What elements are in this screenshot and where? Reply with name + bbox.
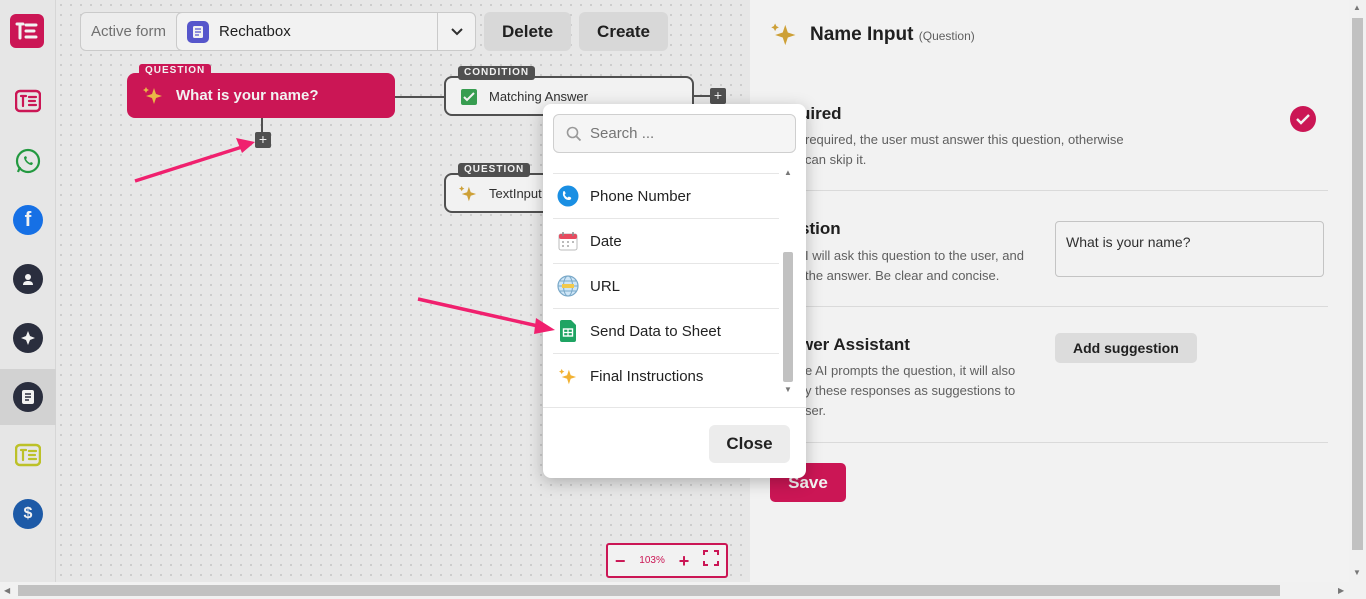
scrollbar-thumb[interactable] [18, 585, 1280, 596]
list-item-date[interactable]: Date [553, 219, 779, 264]
sparkle-icon [557, 366, 579, 388]
list-item-final-instructions[interactable]: Final Instructions [553, 354, 779, 398]
scroll-left-icon[interactable]: ◀ [4, 586, 10, 595]
sheets-icon [557, 320, 579, 342]
page-vertical-scrollbar[interactable]: ▲ ▼ [1349, 0, 1366, 582]
list-item-url[interactable]: URL [553, 264, 779, 309]
scrollbar-thumb[interactable] [783, 252, 793, 382]
scrollbar-thumb[interactable] [1352, 18, 1363, 550]
list-item-phone-number[interactable]: Phone Number [553, 174, 779, 219]
node-type-list: Phone Number Date URL Send Data to Sheet [553, 166, 779, 398]
list-item-label: Date [590, 232, 622, 250]
scroll-up-icon[interactable]: ▲ [1353, 3, 1361, 12]
search-input[interactable] [590, 125, 780, 142]
globe-icon [557, 275, 579, 297]
app-root: f $ Active form Rechatbox Delete Create … [0, 0, 1366, 599]
close-button[interactable]: Close [709, 425, 790, 463]
phone-icon [557, 185, 579, 207]
search-icon [566, 126, 582, 142]
scroll-down-icon[interactable]: ▼ [1353, 568, 1361, 577]
list-item-label: URL [590, 277, 621, 295]
list-item-label: Send Data to Sheet [590, 322, 721, 340]
list-item-partial [553, 166, 779, 174]
list-item-label: Phone Number [590, 187, 691, 205]
list-item-send-data-to-sheet[interactable]: Send Data to Sheet [553, 309, 779, 354]
scroll-right-icon[interactable]: ▶ [1338, 586, 1344, 595]
modal-footer-divider [543, 407, 806, 408]
scroll-down-icon[interactable]: ▼ [784, 385, 792, 394]
add-node-modal: Phone Number Date URL Send Data to Sheet [543, 104, 806, 478]
search-box[interactable] [553, 114, 796, 153]
list-scrollbar[interactable]: ▲ ▼ [781, 164, 795, 396]
list-item-label: Final Instructions [590, 368, 704, 385]
calendar-icon [557, 230, 579, 252]
scroll-up-icon[interactable]: ▲ [784, 168, 792, 177]
page-horizontal-scrollbar[interactable]: ◀ ▶ [0, 582, 1366, 599]
